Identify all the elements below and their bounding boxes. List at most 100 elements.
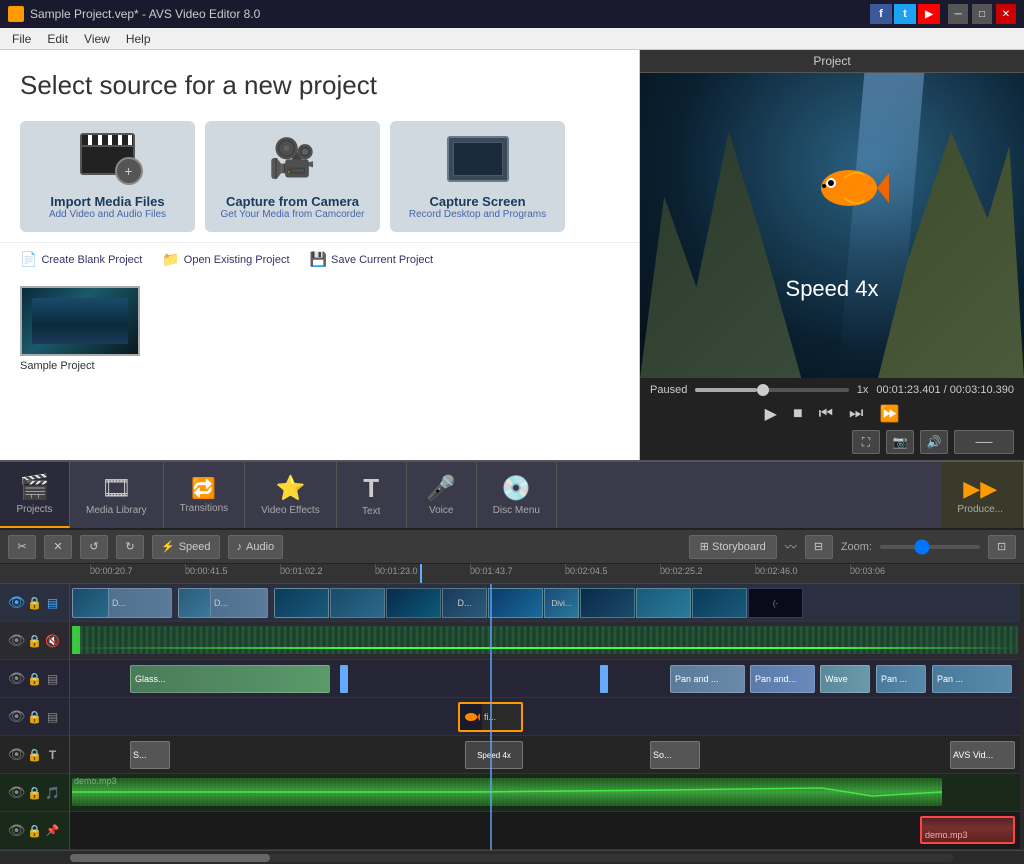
text-clip-1[interactable]: S... <box>130 741 170 769</box>
toolbar-disc[interactable]: 💿 Disc Menu <box>477 462 557 528</box>
open-existing-button[interactable]: 📁 Open Existing Project <box>162 251 289 268</box>
pan-clip-1[interactable]: Pan and ... <box>670 665 745 693</box>
video-audio-waveform <box>72 626 1018 654</box>
toolbar-effects[interactable]: ⭐ Video Effects <box>245 462 337 528</box>
frame-forward-button[interactable]: ⏩ <box>875 402 903 426</box>
produce-label: Produce... <box>957 504 1003 515</box>
close-button[interactable]: ✕ <box>996 4 1016 24</box>
overlay2-eye-button[interactable]: 👁 <box>9 709 25 725</box>
audio1-eye-button[interactable]: 👁 <box>9 633 25 649</box>
projects-icon: 🎬 <box>20 473 50 502</box>
fish-animation <box>809 158 889 221</box>
maximize-button[interactable]: □ <box>972 4 992 24</box>
scrollbar-track[interactable] <box>70 854 954 862</box>
audio-button[interactable]: ♪ Audio <box>228 535 284 559</box>
zoom-slider[interactable] <box>880 545 980 549</box>
text-clip-3[interactable]: So... <box>650 741 700 769</box>
play-button[interactable]: ▶ <box>761 402 781 426</box>
youtube-icon[interactable]: ▶ <box>918 4 940 24</box>
avs-text-clip[interactable]: AVS Vid... <box>950 741 1015 769</box>
progress-thumb[interactable] <box>757 384 769 396</box>
snapshot-button[interactable]: 📷 <box>886 430 914 454</box>
volume-slider[interactable]: ── <box>954 430 1014 454</box>
fit-timeline-button[interactable]: ⊡ <box>988 535 1016 559</box>
import-tile[interactable]: + Import Media Files Add Video and Audio… <box>20 121 195 232</box>
toolbar-produce[interactable]: ▶▶ Produce... <box>941 462 1024 528</box>
minimize-button[interactable]: ─ <box>948 4 968 24</box>
library-icon: 🎞 <box>101 474 131 503</box>
scrollbar-thumb[interactable] <box>70 854 270 862</box>
overlay-lock-button[interactable]: 🔒 <box>27 671 43 687</box>
produce-icon: ▶▶ <box>963 476 997 502</box>
speed-overlay-label: Speed 4x <box>786 276 879 302</box>
video-eye-button[interactable]: 👁 <box>9 595 25 611</box>
video-lock-button[interactable]: 🔒 <box>27 595 43 611</box>
stop-button[interactable]: ■ <box>789 403 807 425</box>
menu-view[interactable]: View <box>76 30 118 48</box>
toolbar-transitions[interactable]: 🔁 Transitions <box>164 462 246 528</box>
audio3-track-control: 👁 🔒 📌 <box>0 812 69 850</box>
seek-bar[interactable] <box>695 388 848 392</box>
facebook-icon[interactable]: f <box>870 4 892 24</box>
tracks-scroll[interactable]: D... D... D... Divi... <box>70 584 1024 850</box>
audio3-lock-button[interactable]: 🔒 <box>27 823 43 839</box>
audio2-lock-button[interactable]: 🔒 <box>27 785 43 801</box>
video-clip-1[interactable]: D... <box>72 588 172 618</box>
playback-controls: Paused 1x 00:01:23.401 / 00:03:10.390 ▶ … <box>640 378 1024 460</box>
fish-clip[interactable]: fi... <box>458 702 523 732</box>
save-current-button[interactable]: 💾 Save Current Project <box>310 251 434 268</box>
menu-help[interactable]: Help <box>118 30 159 48</box>
audio1-lock-button[interactable]: 🔒 <box>27 633 43 649</box>
toolbar-voice[interactable]: 🎤 Voice <box>407 462 477 528</box>
audio3-eye-button[interactable]: 👁 <box>9 823 25 839</box>
project-thumbnail[interactable]: Sample Project <box>20 286 140 372</box>
glass-clip[interactable]: Glass... <box>130 665 330 693</box>
main-toolbar: 🎬 Projects 🎞 Media Library 🔁 Transitions… <box>0 460 1024 530</box>
skip-back-button[interactable]: ⏮ <box>815 403 837 425</box>
text-lock-button[interactable]: 🔒 <box>27 747 43 763</box>
pan-clip-2[interactable]: Pan and... <box>750 665 815 693</box>
video-clip-series[interactable]: D... Divi... (- <box>274 588 874 618</box>
overlay2-lock-button[interactable]: 🔒 <box>27 709 43 725</box>
video-clip-2[interactable]: D... <box>178 588 268 618</box>
time-display: 00:01:23.401 / 00:03:10.390 <box>876 384 1014 396</box>
recent-projects: Sample Project <box>0 276 639 460</box>
disc-label: Disc Menu <box>493 505 540 516</box>
twitter-icon[interactable]: t <box>894 4 916 24</box>
audio2-eye-button[interactable]: 👁 <box>9 785 25 801</box>
toolbar-projects[interactable]: 🎬 Projects <box>0 462 70 528</box>
create-blank-button[interactable]: 📄 Create Blank Project <box>20 251 142 268</box>
pan-clip-4[interactable]: Pan ... <box>932 665 1012 693</box>
fullscreen-button[interactable]: ⛶ <box>852 430 880 454</box>
redo-button[interactable]: ↻ <box>116 535 144 559</box>
cut-button[interactable]: ✂ <box>8 535 36 559</box>
timeline-right-controls: ⊞ Storyboard 〰 ⊟ Zoom: ⊡ <box>689 535 1016 559</box>
wave-clip[interactable]: Wave <box>820 665 870 693</box>
speed-button[interactable]: ⚡ Speed <box>152 535 220 559</box>
audio-icon: ♪ <box>237 541 243 553</box>
undo-button[interactable]: ↺ <box>80 535 108 559</box>
toolbar-text[interactable]: T Text <box>337 462 407 528</box>
ruler-mark-8: 00:02:46.0 <box>755 566 798 576</box>
text-eye-button[interactable]: 👁 <box>9 747 25 763</box>
pan-clip-3[interactable]: Pan ... <box>876 665 926 693</box>
storyboard-button[interactable]: ⊞ Storyboard <box>689 535 777 559</box>
audio1-mute-button[interactable]: 🔇 <box>45 633 61 649</box>
menu-edit[interactable]: Edit <box>39 30 76 48</box>
volume-button[interactable]: 🔊 <box>920 430 948 454</box>
camera-tile[interactable]: 🎥 Capture from Camera Get Your Media fro… <box>205 121 380 232</box>
overlay-eye-button[interactable]: 👁 <box>9 671 25 687</box>
menu-file[interactable]: File <box>4 30 39 48</box>
source-tiles: + Import Media Files Add Video and Audio… <box>0 111 639 242</box>
highlighted-audio-clip[interactable]: demo.mp3 <box>920 816 1015 844</box>
preview-title: Project <box>640 50 1024 73</box>
speed-text-clip[interactable]: Speed 4x <box>465 741 523 769</box>
toolbar-library[interactable]: 🎞 Media Library <box>70 462 164 528</box>
titlebar: Sample Project.vep* - AVS Video Editor 8… <box>0 0 1024 28</box>
delete-button[interactable]: ✕ <box>44 535 72 559</box>
track-options-button[interactable]: ⊟ <box>805 535 833 559</box>
skip-forward-button[interactable]: ⏭ <box>845 403 867 425</box>
screen-tile[interactable]: Capture Screen Record Desktop and Progra… <box>390 121 565 232</box>
timeline-scrollbar[interactable] <box>0 850 1024 864</box>
audio2-mute-button[interactable]: 🎵 <box>45 785 61 801</box>
